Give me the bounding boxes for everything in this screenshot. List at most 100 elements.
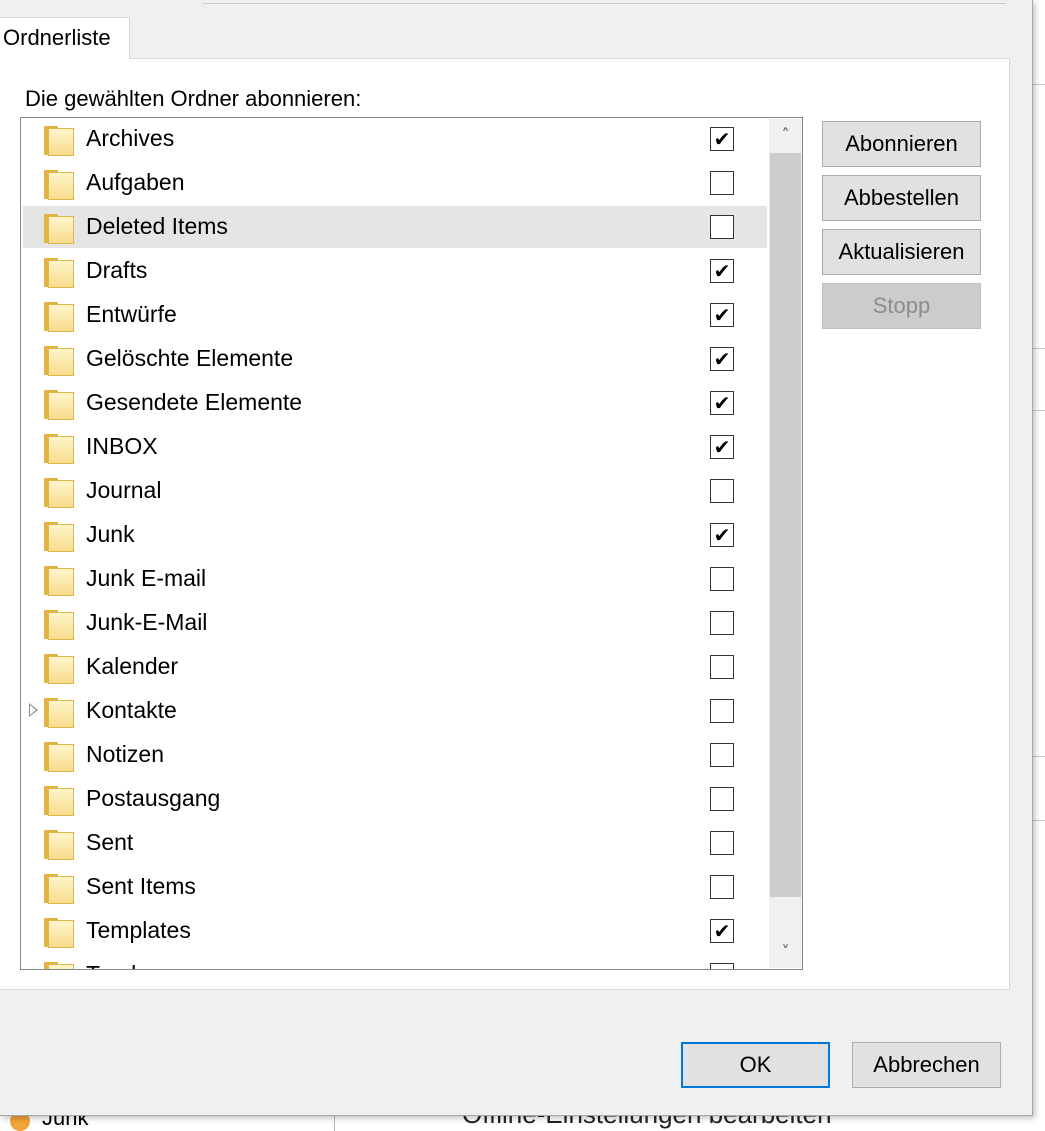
- subscribe-checkbox[interactable]: [710, 567, 734, 591]
- subscribe-checkbox[interactable]: [710, 655, 734, 679]
- folder-icon: [44, 258, 74, 288]
- folder-name: Drafts: [86, 257, 148, 283]
- unsubscribe-button[interactable]: Abbestellen: [822, 175, 981, 221]
- subscribe-checkbox[interactable]: [710, 743, 734, 767]
- folder-row[interactable]: Sent Items: [23, 866, 767, 908]
- folder-row[interactable]: Junk ✔: [23, 514, 767, 556]
- background-window-edge: [1032, 0, 1045, 1131]
- background-offline-label[interactable]: Offline-Einstellungen bearbeiten: [462, 1115, 832, 1130]
- folder-icon: [44, 918, 74, 948]
- folder-icon: [44, 654, 74, 684]
- folder-name: Postausgang: [86, 785, 221, 811]
- folder-row[interactable]: Sent: [23, 822, 767, 864]
- folder-icon: [44, 566, 74, 596]
- folder-name: Kalender: [86, 653, 179, 679]
- background-divider: [1033, 348, 1045, 349]
- cancel-button[interactable]: Abbrechen: [852, 1042, 1001, 1088]
- subscribe-checkbox[interactable]: [710, 215, 734, 239]
- subscribe-checkbox[interactable]: ✔: [710, 435, 734, 459]
- scroll-down-arrow-icon[interactable]: ˅: [769, 936, 802, 968]
- folder-icon: [44, 874, 74, 904]
- subscribe-checkbox[interactable]: [710, 875, 734, 899]
- folder-row[interactable]: Postausgang: [23, 778, 767, 820]
- folder-name: Gelöschte Elemente: [86, 345, 294, 371]
- background-divider: [1033, 84, 1045, 85]
- background-app-bottom: Junk Offline-Einstellungen bearbeiten: [0, 1115, 1045, 1131]
- folder-row[interactable]: Notizen: [23, 734, 767, 776]
- subscribe-checkbox[interactable]: [710, 611, 734, 635]
- folder-icon: [44, 786, 74, 816]
- scroll-up-arrow-icon[interactable]: ˄: [769, 119, 802, 151]
- subscribe-checkbox[interactable]: ✔: [710, 303, 734, 327]
- subscribe-checkbox[interactable]: [710, 479, 734, 503]
- folder-row[interactable]: Deleted Items: [23, 206, 767, 248]
- folder-name: Archives: [86, 125, 175, 151]
- subscribe-checkbox[interactable]: [710, 787, 734, 811]
- imap-folders-dialog: Ordnerliste Die gewählten Ordner abonnie…: [0, 0, 1033, 1116]
- folder-row[interactable]: Kontakte: [23, 690, 767, 732]
- folder-name: Aufgaben: [86, 169, 185, 195]
- folder-row[interactable]: Gesendete Elemente ✔: [23, 382, 767, 424]
- folder-icon: [44, 610, 74, 640]
- folder-name: Deleted Items: [86, 213, 228, 239]
- subscribe-checkbox[interactable]: [710, 699, 734, 723]
- subscribe-checkbox[interactable]: ✔: [710, 523, 734, 547]
- folder-icon: [44, 126, 74, 156]
- background-junk-label[interactable]: Junk: [42, 1115, 88, 1131]
- subscribe-checkbox[interactable]: ✔: [710, 127, 734, 151]
- folder-row[interactable]: Aufgaben: [23, 162, 767, 204]
- folder-icon: [44, 742, 74, 772]
- refresh-button[interactable]: Aktualisieren: [822, 229, 981, 275]
- subscribe-checkbox[interactable]: ✔: [710, 391, 734, 415]
- folder-icon: [44, 962, 74, 969]
- folder-name: Gesendete Elemente: [86, 389, 303, 415]
- folder-icon: [44, 478, 74, 508]
- vertical-scrollbar[interactable]: ˄ ˅: [769, 119, 802, 968]
- junk-folder-icon: [10, 1115, 30, 1131]
- folder-row[interactable]: Templates ✔: [23, 910, 767, 952]
- subscribe-checkbox[interactable]: ✔: [710, 347, 734, 371]
- folder-name: Junk-E-Mail: [86, 609, 208, 635]
- folder-row[interactable]: Junk E-mail: [23, 558, 767, 600]
- folder-row[interactable]: Kalender: [23, 646, 767, 688]
- folder-row[interactable]: INBOX ✔: [23, 426, 767, 468]
- background-divider: [1033, 410, 1045, 411]
- folder-row[interactable]: Drafts ✔: [23, 250, 767, 292]
- folder-name: Entwürfe: [86, 301, 177, 327]
- tab-folder-list[interactable]: Ordnerliste: [0, 17, 130, 59]
- subscribe-checkbox[interactable]: [710, 963, 734, 969]
- subscribe-checkbox[interactable]: [710, 171, 734, 195]
- background-separator: [334, 1115, 335, 1131]
- folder-name: Sent Items: [86, 873, 196, 899]
- folder-row[interactable]: Entwürfe ✔: [23, 294, 767, 336]
- folder-name: INBOX: [86, 433, 158, 459]
- folder-list[interactable]: Archives ✔ Aufgaben Deleted Items Drafts ✔ Ent…: [20, 117, 803, 970]
- subscribe-checkbox[interactable]: ✔: [710, 919, 734, 943]
- scroll-thumb[interactable]: [770, 153, 801, 897]
- folder-name: Notizen: [86, 741, 164, 767]
- background-divider: [1033, 756, 1045, 757]
- folder-icon: [44, 214, 74, 244]
- folder-icon: [44, 830, 74, 860]
- ok-button[interactable]: OK: [681, 1042, 830, 1088]
- folder-row[interactable]: Journal: [23, 470, 767, 512]
- folder-icon: [44, 170, 74, 200]
- dialog-title-divider: [203, 0, 1006, 4]
- folder-name: Trash: [86, 961, 144, 969]
- subscribe-checkbox[interactable]: [710, 831, 734, 855]
- folder-row[interactable]: Trash: [23, 954, 767, 969]
- folder-list-caption: Die gewählten Ordner abonnieren:: [25, 86, 362, 111]
- expand-arrow-icon[interactable]: [29, 703, 38, 717]
- folder-name: Templates: [86, 917, 191, 943]
- folder-row[interactable]: Gelöschte Elemente ✔: [23, 338, 767, 380]
- folder-row[interactable]: Archives ✔: [23, 118, 767, 160]
- folder-icon: [44, 434, 74, 464]
- subscribe-checkbox[interactable]: ✔: [710, 259, 734, 283]
- folder-name: Journal: [86, 477, 162, 503]
- folder-row[interactable]: Junk-E-Mail: [23, 602, 767, 644]
- folder-icon: [44, 698, 74, 728]
- tab-folder-list-label: Ordnerliste: [3, 25, 111, 50]
- stop-button[interactable]: Stopp: [822, 283, 981, 329]
- folder-icon: [44, 346, 74, 376]
- subscribe-button[interactable]: Abonnieren: [822, 121, 981, 167]
